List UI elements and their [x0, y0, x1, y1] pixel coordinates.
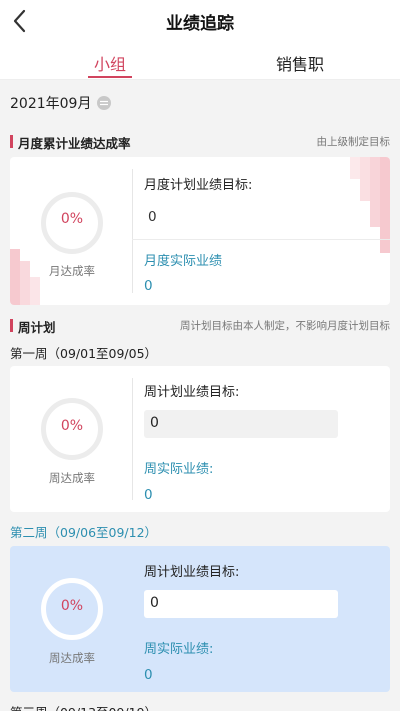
week-1-percent: 0% [60, 418, 84, 434]
vertical-divider [132, 378, 133, 500]
section-marker [10, 319, 13, 332]
nav-bar: 业绩追踪 [0, 0, 400, 44]
swap-icon[interactable] [97, 96, 112, 110]
section-marker [10, 135, 13, 148]
week-2-card[interactable]: 0% 周达成率 周计划业绩目标: 0 周实际业绩: 0 [10, 546, 390, 692]
week-2-label: 第二周（09/06至09/12） [10, 525, 158, 540]
week-1-target-label: 周计划业绩目标: [144, 385, 240, 400]
week-1-ring-caption: 周达成率 [49, 471, 95, 485]
tab-bar: 小组 销售职 [0, 44, 400, 80]
monthly-target-value: 0 [148, 209, 157, 225]
month-selector[interactable]: 2021年09月 [10, 94, 112, 112]
weekly-section-note: 周计划目标由本人制定，不影响月度计划目标 [180, 320, 390, 332]
monthly-section-title: 月度累计业绩达成率 [18, 136, 131, 151]
week-1-card[interactable]: 0% 周达成率 周计划业绩目标: 0 周实际业绩: 0 [10, 366, 390, 512]
monthly-percent: 0% [60, 211, 84, 227]
week-2-ring-caption: 周达成率 [49, 651, 95, 665]
week-3-label: 第三周（09/13至09/19） [10, 702, 157, 711]
week-1-actual-value: 0 [144, 487, 153, 503]
monthly-ring-caption: 月达成率 [49, 264, 95, 278]
monthly-card: 0% 月达成率 月度计划业绩目标: 0 月度实际业绩 0 [10, 157, 390, 305]
monthly-section-note: 由上级制定目标 [316, 136, 391, 148]
active-tab-indicator [88, 76, 132, 78]
weekly-section-header: 周计划 周计划目标由本人制定，不影响月度计划目标 [10, 317, 390, 335]
week-2-percent: 0% [60, 598, 84, 614]
tab-sales[interactable]: 销售职 [240, 51, 360, 75]
tab-group[interactable]: 小组 [50, 51, 170, 75]
horizontal-divider [132, 239, 390, 240]
monthly-actual-label: 月度实际业绩 [144, 254, 223, 269]
page-title: 业绩追踪 [166, 14, 234, 34]
monthly-actual-value: 0 [144, 278, 153, 294]
month-label: 2021年09月 [10, 96, 92, 112]
week-2-actual-label: 周实际业绩: [144, 642, 214, 657]
week-1-actual-label: 周实际业绩: [144, 462, 214, 477]
weekly-section-title: 周计划 [18, 320, 56, 335]
monthly-target-label: 月度计划业绩目标: [144, 178, 253, 193]
week-2-target-label: 周计划业绩目标: [144, 565, 240, 580]
week-2-actual-value: 0 [144, 667, 153, 683]
monthly-section-header: 月度累计业绩达成率 由上级制定目标 [10, 133, 390, 151]
week-2-target-input[interactable]: 0 [144, 590, 338, 618]
week-1-target-input[interactable]: 0 [144, 410, 338, 438]
vertical-divider [132, 169, 133, 293]
week-1-label: 第一周（09/01至09/05） [10, 346, 158, 361]
